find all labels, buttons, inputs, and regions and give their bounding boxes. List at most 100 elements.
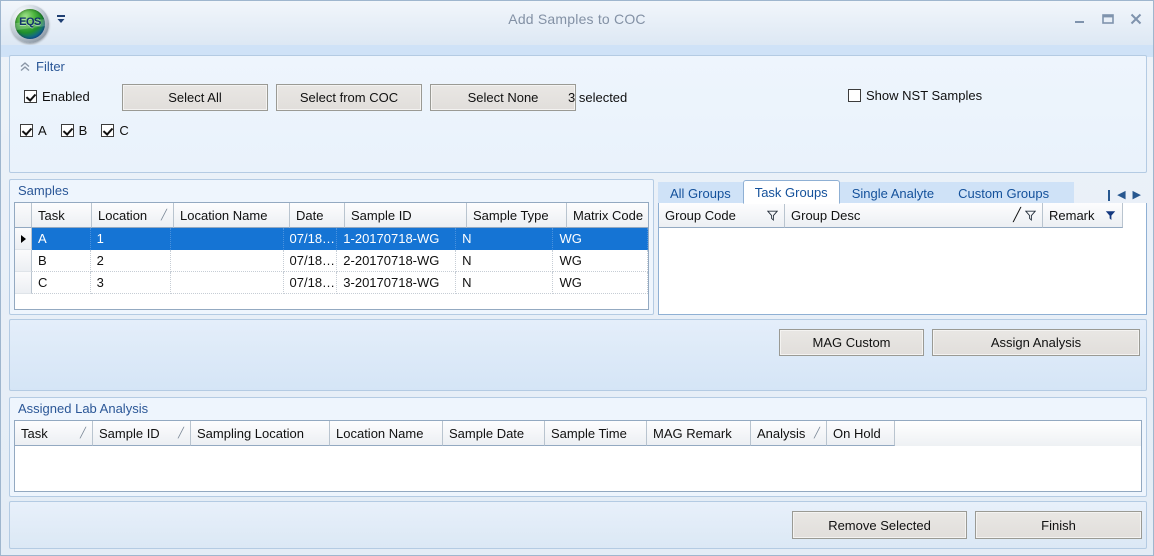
column-header[interactable]: Location╱ [92,203,174,228]
assigned-panel-caption: Assigned Lab Analysis [10,398,1146,420]
finish-button[interactable]: Finish [975,511,1142,539]
table-cell[interactable]: 3-20170718-WG [337,272,456,294]
samples-panel-caption: Samples [10,180,653,202]
table-cell[interactable]: C [32,272,91,294]
analysis-action-band: MAG Custom Assign Analysis [9,319,1147,391]
column-header[interactable]: Date [290,203,345,228]
window-controls [1071,11,1145,27]
column-header[interactable]: Matrix Code [567,203,649,228]
column-header-label: Location Name [336,426,423,441]
table-row[interactable]: C3 07/18…3-20170718-WGNWG [15,272,648,294]
column-header[interactable]: Location Name [330,421,443,446]
table-cell[interactable]: WG [553,228,648,250]
tab-nav-prev-icon[interactable]: ◀ [1117,190,1125,201]
table-cell[interactable]: A [32,228,91,250]
table-cell[interactable]: 3 [91,272,171,294]
enabled-checkbox-label: Enabled [42,89,90,104]
window-title: Add Samples to COC [1,11,1153,27]
row-indicator[interactable] [15,272,32,294]
close-icon[interactable] [1127,11,1145,27]
minimize-icon[interactable] [1071,11,1089,27]
assigned-lab-analysis-grid[interactable]: Task╱Sample ID╱Sampling Location Location… [14,420,1142,492]
table-cell[interactable]: 1-20170718-WG [337,228,456,250]
samples-panel: Samples TaskLocation╱Location NameDateSa… [9,179,654,315]
column-header[interactable]: Sampling Location [191,421,330,446]
task-filter-checkbox-a[interactable]: A [20,123,47,138]
tab-clipped-partial[interactable]: F [1061,182,1074,203]
samples-column-headers: Task Location╱Location NameDateSample IDS… [32,203,649,228]
column-header[interactable]: Location Name [174,203,290,228]
column-header[interactable]: Analysis╱ [751,421,827,446]
filter-caption-label: Filter [36,59,65,74]
column-header[interactable]: MAG Remark [647,421,751,446]
table-cell[interactable]: 2-20170718-WG [337,250,456,272]
tab-nav-first-icon[interactable] [1108,190,1110,201]
table-row[interactable]: B2 07/18…2-20170718-WGNWG [15,250,648,272]
tab-task-groups[interactable]: Task Groups [743,180,840,204]
show-nst-samples-checkbox-box [848,89,861,102]
column-filter-icon[interactable] [1025,210,1036,221]
column-header-label: Task [38,208,65,223]
tab-all-groups[interactable]: All Groups [658,182,743,203]
task-filter-a-label: A [38,123,47,138]
table-row[interactable]: A1 07/18…1-20170718-WGNWG [15,228,648,250]
column-filter-icon[interactable] [767,210,778,221]
filter-panel-caption: Filter [10,56,1146,78]
table-cell[interactable]: 1 [91,228,171,250]
table-cell[interactable]: N [456,272,553,294]
select-from-coc-button[interactable]: Select from COC [276,84,422,111]
column-header[interactable]: Sample Time [545,421,647,446]
table-cell[interactable]: B [32,250,91,272]
select-all-button[interactable]: Select All [122,84,268,111]
column-header-label: Matrix Code [573,208,643,223]
title-bar: EQS Add Samples to COC [1,1,1153,45]
table-cell[interactable]: N [456,250,553,272]
table-cell[interactable]: 07/18… [284,250,338,272]
row-indicator[interactable] [15,250,32,272]
remove-selected-button[interactable]: Remove Selected [792,511,967,539]
sort-indicator-icon: ╱ [157,210,167,221]
tab-custom-groups[interactable]: Custom Groups [946,182,1061,203]
task-filter-c-box [101,124,114,137]
task-filter-checkbox-b[interactable]: B [61,123,88,138]
table-cell[interactable]: 2 [91,250,171,272]
column-header[interactable]: Sample ID [345,203,467,228]
maximize-icon[interactable] [1099,11,1117,27]
sort-indicator-icon: ╱ [76,428,86,439]
show-nst-samples-label: Show NST Samples [866,88,982,103]
table-cell[interactable] [171,272,284,294]
column-header-label: Sample Date [449,426,524,441]
column-header[interactable]: On Hold [827,421,895,446]
column-header[interactable]: Remark [1043,203,1123,228]
column-header[interactable]: Sample Type [467,203,567,228]
table-cell[interactable]: N [456,228,553,250]
task-groups-grid[interactable]: Group Code Group Desc╱Remark [658,203,1147,315]
column-header[interactable]: Task [32,203,92,228]
select-none-button[interactable]: Select None [430,84,576,111]
double-chevron-up-icon[interactable] [18,60,32,74]
table-cell[interactable]: 07/18… [284,228,338,250]
table-cell[interactable]: WG [553,272,648,294]
row-indicator-header [15,203,32,228]
tab-nav-next-icon[interactable]: ▶ [1133,190,1141,201]
task-filter-checkbox-c[interactable]: C [101,123,128,138]
column-header-label: Group Code [665,208,736,223]
mag-custom-button[interactable]: MAG Custom [779,329,924,356]
tab-navigation: ◀ ▶ [1104,190,1147,203]
row-indicator[interactable] [15,228,32,250]
column-header[interactable]: Group Desc╱ [785,203,1043,228]
column-header[interactable]: Group Code [659,203,785,228]
tab-single-analyte[interactable]: Single Analyte [840,182,946,203]
enabled-checkbox[interactable]: Enabled [24,89,90,104]
assign-analysis-button[interactable]: Assign Analysis [932,329,1140,356]
samples-grid[interactable]: Task Location╱Location NameDateSample IDS… [14,202,649,310]
show-nst-samples-checkbox[interactable]: Show NST Samples [848,88,982,103]
column-header[interactable]: Task╱ [15,421,93,446]
table-cell[interactable] [171,228,284,250]
table-cell[interactable]: WG [553,250,648,272]
table-cell[interactable]: 07/18… [284,272,338,294]
column-header[interactable]: Sample ID╱ [93,421,191,446]
column-filter-icon[interactable] [1105,210,1116,221]
column-header[interactable]: Sample Date [443,421,545,446]
table-cell[interactable] [171,250,284,272]
